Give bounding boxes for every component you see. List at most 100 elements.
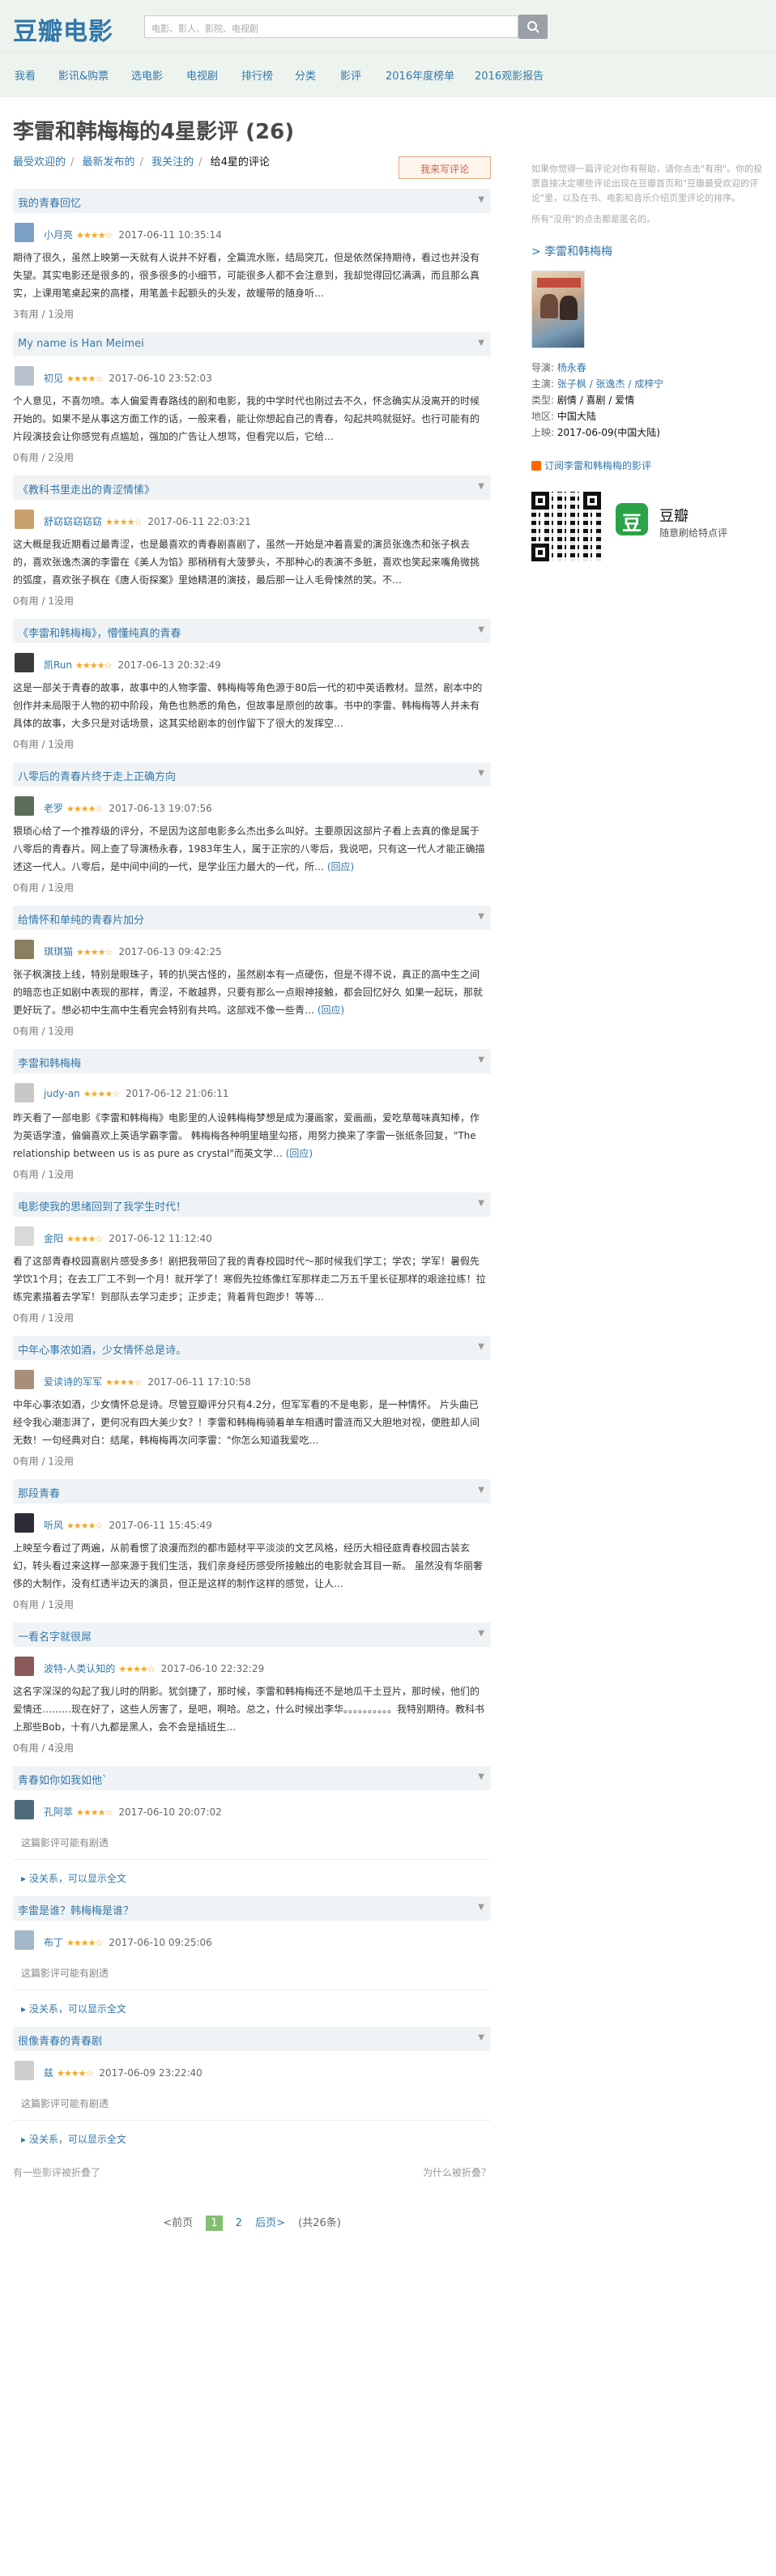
avatar[interactable] <box>15 1930 34 1950</box>
review-author[interactable]: 波特-人类认知的 <box>44 1663 115 1674</box>
collapse-arrow-icon[interactable]: ▼ <box>478 769 484 778</box>
avatar[interactable] <box>15 796 34 816</box>
review-author[interactable]: 琪琪猫 <box>44 946 73 957</box>
reply-link[interactable]: (回应) <box>286 1148 313 1159</box>
nav-item-explore[interactable]: 选电影 <box>131 67 163 83</box>
review-title[interactable]: 李雷是谁？韩梅梅是谁？ ▼ <box>13 1896 491 1921</box>
review-title[interactable]: 电影使我的思绪回到了我学生时代！ ▼ <box>13 1192 491 1217</box>
nav-item-review[interactable]: 影评 <box>340 67 361 83</box>
useful-count[interactable]: 0有用 / 1没用 <box>13 1597 491 1611</box>
collapse-arrow-icon[interactable]: ▼ <box>478 1056 484 1064</box>
review-title[interactable]: 《教科书里走出的青涩情愫》 ▼ <box>13 476 491 500</box>
review-title[interactable]: 青春如你如我如他` ▼ <box>13 1766 491 1790</box>
review-author[interactable]: 孔阿萃 <box>44 1806 73 1818</box>
collapse-arrow-icon[interactable]: ▼ <box>478 912 484 921</box>
avatar[interactable] <box>15 1370 34 1389</box>
tab-latest[interactable]: 最新发布的 <box>83 153 135 168</box>
collapse-arrow-icon[interactable]: ▼ <box>478 1486 484 1495</box>
show-full-link[interactable]: ▸ 没关系，可以显示全文 <box>13 2002 491 2015</box>
useful-count[interactable]: 0有用 / 1没用 <box>13 1311 491 1324</box>
show-full-link[interactable]: ▸ 没关系，可以显示全文 <box>13 2132 491 2146</box>
avatar[interactable] <box>15 1800 34 1819</box>
rss-subscribe-link[interactable]: 订阅李雷和韩梅梅的影评 <box>531 458 766 472</box>
avatar[interactable] <box>15 1226 34 1246</box>
review-author[interactable]: 小月亮 <box>44 229 73 241</box>
review-author[interactable]: 金阳 <box>44 1233 63 1244</box>
reply-link[interactable]: (回应) <box>318 1004 344 1016</box>
review-title[interactable]: 给情怀和单纯的青春片加分 ▼ <box>13 906 491 930</box>
avatar[interactable] <box>15 223 34 242</box>
next-page[interactable]: 后页> <box>255 2217 285 2229</box>
avatar[interactable] <box>15 1657 34 1676</box>
write-review-button[interactable]: 我来写评论 <box>399 156 491 179</box>
show-full-link[interactable]: ▸ 没关系，可以显示全文 <box>13 1871 491 1885</box>
tab-current-filter[interactable]: 给4星的评论 <box>211 153 270 168</box>
reply-link[interactable]: (回应) <box>327 861 354 872</box>
douban-movie-logo[interactable]: 豆瓣电影 <box>13 11 113 47</box>
review-author[interactable]: 舒窈窈窈窈窈 <box>44 516 102 527</box>
nav-item-tv[interactable]: 电视剧 <box>186 67 218 83</box>
tab-popular[interactable]: 最受欢迎的 <box>13 153 66 168</box>
useful-count[interactable]: 0有用 / 1没用 <box>13 1454 491 1468</box>
fold-notice-text[interactable]: 有一些影评被折叠了 <box>13 2167 100 2178</box>
useful-count[interactable]: 0有用 / 4没用 <box>13 1741 491 1755</box>
avatar[interactable] <box>15 940 34 959</box>
avatar[interactable] <box>15 366 34 386</box>
nav-item-annual[interactable]: 2016年度榜单 <box>386 67 454 83</box>
nav-item-mine[interactable]: 我看 <box>15 67 36 83</box>
avatar[interactable] <box>15 2061 34 2080</box>
review-author[interactable]: 布丁 <box>44 1937 63 1948</box>
review-author[interactable]: 爱读诗的军军 <box>44 1376 102 1388</box>
collapse-arrow-icon[interactable]: ▼ <box>478 625 484 634</box>
review-title[interactable]: 中年心事浓如酒，少女情怀总是诗。 ▼ <box>13 1336 491 1360</box>
collapse-arrow-icon[interactable]: ▼ <box>478 1199 484 1208</box>
useful-count[interactable]: 0有用 / 2没用 <box>13 450 491 464</box>
collapse-arrow-icon[interactable]: ▼ <box>478 195 484 204</box>
tab-following[interactable]: 我关注的 <box>151 153 194 168</box>
review-title[interactable]: 李雷和韩梅梅 ▼ <box>13 1049 491 1073</box>
review-author[interactable]: 兹 <box>44 2067 53 2079</box>
nav-item-report[interactable]: 2016观影报告 <box>475 67 544 83</box>
nav-item-tickets[interactable]: 影讯&购票 <box>58 67 109 83</box>
avatar[interactable] <box>15 1083 34 1102</box>
fold-why-link[interactable]: 为什么被折叠？ <box>423 2165 491 2179</box>
useful-count[interactable]: 0有用 / 1没用 <box>13 881 491 894</box>
avatar[interactable] <box>15 1513 34 1533</box>
review-author[interactable]: 初见 <box>44 373 63 384</box>
review-title[interactable]: 《李雷和韩梅梅》，懵懂纯真的青春 ▼ <box>13 619 491 643</box>
movie-poster[interactable] <box>531 271 585 348</box>
collapse-arrow-icon[interactable]: ▼ <box>478 1903 484 1912</box>
search-button[interactable] <box>518 15 548 39</box>
review-author[interactable]: 老罗 <box>44 803 63 814</box>
avatar[interactable] <box>15 510 34 529</box>
review-title[interactable]: 八零后的青春片终于走上正确方向 ▼ <box>13 762 491 787</box>
avatar[interactable] <box>15 653 34 672</box>
movie-link[interactable]: > 李雷和韩梅梅 <box>531 243 766 259</box>
useful-count[interactable]: 3有用 / 1没用 <box>13 307 491 321</box>
useful-count[interactable]: 0有用 / 1没用 <box>13 1024 491 1038</box>
nav-item-tag[interactable]: 分类 <box>295 67 316 83</box>
review-title[interactable]: 一看名字就很屌 ▼ <box>13 1623 491 1647</box>
cast-links[interactable]: 张子枫 / 张逸杰 / 成梓宁 <box>557 378 663 390</box>
review-author[interactable]: 听风 <box>44 1520 63 1531</box>
review-author[interactable]: judy-an <box>44 1088 80 1099</box>
collapse-arrow-icon[interactable]: ▼ <box>478 339 484 348</box>
search-input[interactable]: 电影、影人、影院、电视剧 <box>144 15 518 38</box>
page-2[interactable]: 2 <box>236 2217 242 2229</box>
collapse-arrow-icon[interactable]: ▼ <box>478 1772 484 1781</box>
review-author[interactable]: 凯Run <box>44 659 72 671</box>
director-link[interactable]: 杨永春 <box>557 362 586 373</box>
useful-count[interactable]: 0有用 / 1没用 <box>13 594 491 608</box>
review-title[interactable]: 很像青春的青春剧 ▼ <box>13 2027 491 2051</box>
review-title[interactable]: 我的青春回忆 ▼ <box>13 189 491 213</box>
nav-item-chart[interactable]: 排行榜 <box>241 67 273 83</box>
collapse-arrow-icon[interactable]: ▼ <box>478 2033 484 2042</box>
douban-app-icon[interactable]: 豆 <box>616 503 648 535</box>
useful-count[interactable]: 0有用 / 1没用 <box>13 737 491 751</box>
collapse-arrow-icon[interactable]: ▼ <box>478 1342 484 1351</box>
prev-page[interactable]: <前页 <box>163 2217 193 2229</box>
collapse-arrow-icon[interactable]: ▼ <box>478 1629 484 1638</box>
collapse-arrow-icon[interactable]: ▼ <box>478 482 484 491</box>
useful-count[interactable]: 0有用 / 1没用 <box>13 1167 491 1181</box>
review-title[interactable]: 那段青春 ▼ <box>13 1479 491 1503</box>
